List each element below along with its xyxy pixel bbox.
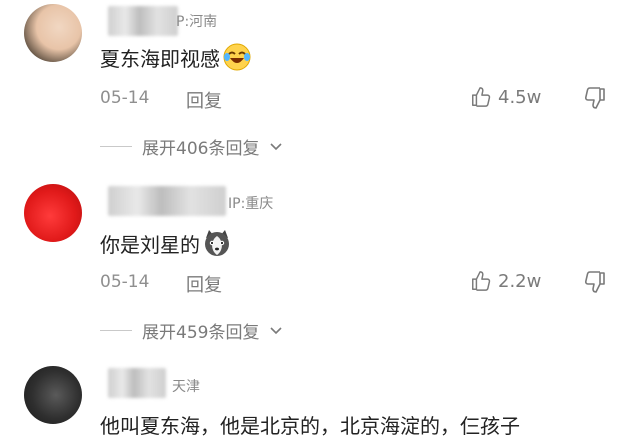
comment-date: 05-14 [100,88,150,108]
like-button[interactable]: 4.5w [470,86,541,108]
username-blurred[interactable] [108,368,166,398]
thumbs-up-icon [472,271,491,291]
ip-location: 天津 [172,379,200,395]
comment-text: 他叫夏东海，他是北京的，北京海淀的，仨孩子 [100,414,520,438]
username-blurred[interactable] [108,6,178,36]
divider-line [100,146,132,147]
thumbs-down-icon[interactable] [583,86,607,110]
laughing-crying-emoji-icon [223,43,251,71]
avatar[interactable] [24,184,82,242]
like-button[interactable]: 2.2w [470,270,541,292]
avatar[interactable] [24,4,82,62]
avatar[interactable] [24,366,82,424]
expand-replies-button[interactable]: 展开406条回复 [100,134,283,159]
expand-replies-button[interactable]: 展开459条回复 [100,318,283,343]
expand-replies-label: 展开406条回复 [142,139,260,159]
reply-button[interactable]: 回复 [186,271,222,297]
comment-text: 你是刘星的 [100,228,232,258]
reply-button[interactable]: 回复 [186,87,222,113]
divider-line [100,330,132,331]
like-count: 2.2w [498,270,542,292]
thumbs-down-icon[interactable] [583,270,607,294]
ip-location: IP:重庆 [228,196,274,212]
username-blurred[interactable] [108,186,226,216]
ip-location: P:河南 [176,14,218,30]
expand-replies-label: 展开459条回复 [142,323,260,343]
thumbs-up-icon [472,87,491,107]
chevron-down-icon [270,326,283,334]
chevron-down-icon [270,142,283,150]
like-count: 4.5w [498,86,542,108]
husky-dog-emoji-icon [205,230,229,256]
comment-text: 夏东海即视感 [100,42,252,72]
comment-date: 05-14 [100,272,150,292]
